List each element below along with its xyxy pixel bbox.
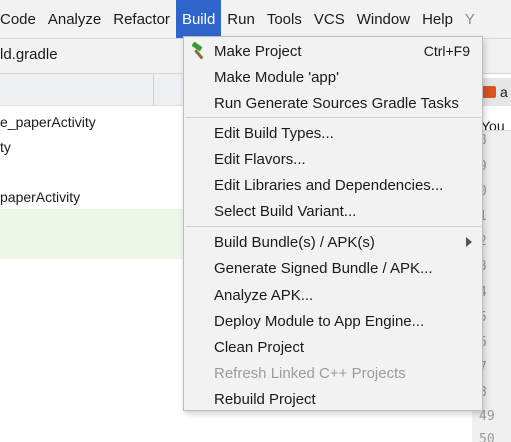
menu-window[interactable]: Window — [351, 0, 416, 38]
menu-item-rebuild-project[interactable]: Rebuild Project — [184, 386, 482, 412]
menu-item-label: Refresh Linked C++ Projects — [214, 364, 406, 382]
menu-item-edit-flavors[interactable]: Edit Flavors... — [184, 146, 482, 172]
menu-analyze[interactable]: Analyze — [42, 0, 107, 38]
menu-item-label: Run Generate Sources Gradle Tasks — [214, 94, 459, 112]
submenu-arrow-icon — [466, 237, 472, 247]
menu-code[interactable]: Code — [0, 0, 42, 38]
menu-item-label: Generate Signed Bundle / APK... — [214, 259, 433, 277]
menu-item-select-build-variant[interactable]: Select Build Variant... — [184, 198, 482, 224]
menu-item-refresh-cpp: Refresh Linked C++ Projects — [184, 360, 482, 386]
build-menu-dropdown: Make Project Ctrl+F9 Make Module 'app' R… — [183, 36, 483, 411]
menu-vcs[interactable]: VCS — [308, 0, 351, 38]
menu-item-generate-signed[interactable]: Generate Signed Bundle / APK... — [184, 255, 482, 281]
menu-separator — [185, 226, 481, 227]
menu-item-build-bundles[interactable]: Build Bundle(s) / APK(s) — [184, 229, 482, 255]
menu-item-label: Rebuild Project — [214, 390, 316, 408]
hammer-icon — [191, 42, 204, 60]
menu-separator — [185, 117, 481, 118]
menu-item-label: Edit Libraries and Dependencies... — [214, 176, 444, 194]
menu-bar: Code Analyze Refactor Build Run Tools VC… — [0, 0, 511, 38]
menu-item-label: Edit Flavors... — [214, 150, 306, 168]
menu-item-label: Make Project — [214, 42, 302, 60]
menu-build[interactable]: Build — [175, 0, 222, 38]
breadcrumb-file[interactable]: ld.gradle — [0, 46, 58, 63]
menu-truncated[interactable]: Y — [459, 0, 481, 38]
menu-help[interactable]: Help — [416, 0, 459, 38]
tree-item[interactable]: paperActivity — [0, 189, 80, 205]
menu-item-make-module[interactable]: Make Module 'app' — [184, 64, 482, 90]
menu-item-run-generate-sources[interactable]: Run Generate Sources Gradle Tasks — [184, 90, 482, 116]
ide-window: Code Analyze Refactor Build Run Tools VC… — [0, 0, 511, 442]
line-number: 50 — [479, 432, 495, 442]
menu-item-edit-libraries[interactable]: Edit Libraries and Dependencies... — [184, 172, 482, 198]
menu-item-clean-project[interactable]: Clean Project — [184, 334, 482, 360]
tree-item[interactable]: e_paperActivity — [0, 114, 96, 130]
menu-refactor[interactable]: Refactor — [107, 0, 176, 38]
menu-item-label: Select Build Variant... — [214, 202, 357, 220]
menu-item-label: Build Bundle(s) / APK(s) — [214, 233, 375, 251]
shortcut-label: Ctrl+F9 — [423, 43, 470, 59]
menu-item-analyze-apk[interactable]: Analyze APK... — [184, 282, 482, 308]
menu-run[interactable]: Run — [221, 0, 261, 38]
menu-item-edit-build-types[interactable]: Edit Build Types... — [184, 120, 482, 146]
menu-item-label: Clean Project — [214, 338, 305, 356]
tree-header-divider — [153, 74, 154, 106]
menu-item-label: Deploy Module to App Engine... — [214, 312, 425, 330]
tree-item[interactable]: ty — [0, 139, 11, 155]
menu-item-deploy-module[interactable]: Deploy Module to App Engine... — [184, 308, 482, 334]
menu-item-label: Make Module 'app' — [214, 68, 339, 86]
menu-tools[interactable]: Tools — [261, 0, 308, 38]
menu-item-label: Analyze APK... — [214, 286, 314, 304]
menu-item-make-project[interactable]: Make Project Ctrl+F9 — [184, 38, 482, 64]
file-icon — [482, 86, 496, 98]
editor-tab-label: a — [500, 84, 508, 100]
menu-item-label: Edit Build Types... — [214, 124, 334, 142]
